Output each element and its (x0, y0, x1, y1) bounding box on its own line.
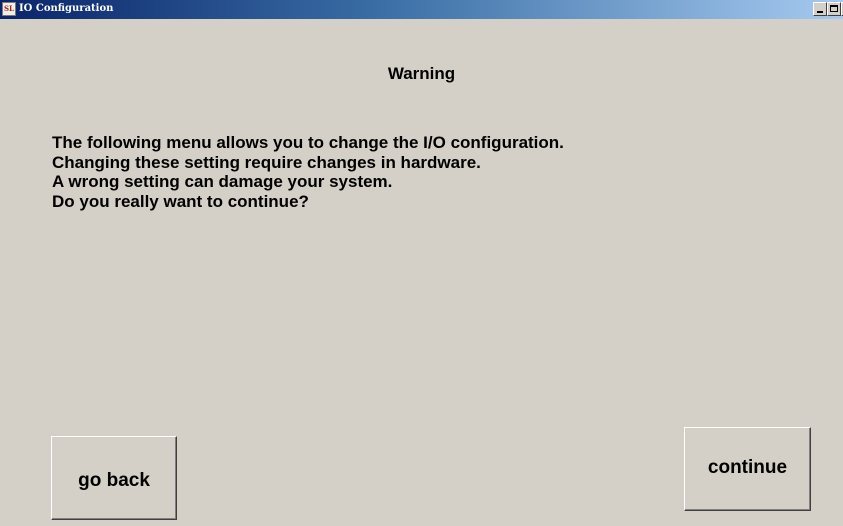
maximize-icon (830, 5, 838, 12)
io-configuration-window: SL IO Configuration Warning The followin… (0, 0, 843, 526)
title-bar[interactable]: SL IO Configuration (0, 0, 843, 19)
minimize-button[interactable] (813, 2, 827, 16)
warning-heading: Warning (387, 64, 456, 83)
message-line: A wrong setting can damage your system. (52, 172, 393, 191)
message-line: The following menu allows you to change … (52, 133, 564, 152)
maximize-button[interactable] (827, 2, 841, 16)
warning-message: The following menu allows you to change … (52, 133, 564, 211)
app-icon[interactable]: SL (2, 2, 16, 16)
go-back-button[interactable]: go back (51, 436, 177, 520)
window-title: IO Configuration (19, 3, 114, 14)
message-line: Changing these setting require changes i… (52, 152, 481, 172)
minimize-icon (817, 11, 823, 13)
continue-button[interactable]: continue (684, 427, 811, 511)
message-line: Do you really want to continue? (52, 191, 309, 211)
